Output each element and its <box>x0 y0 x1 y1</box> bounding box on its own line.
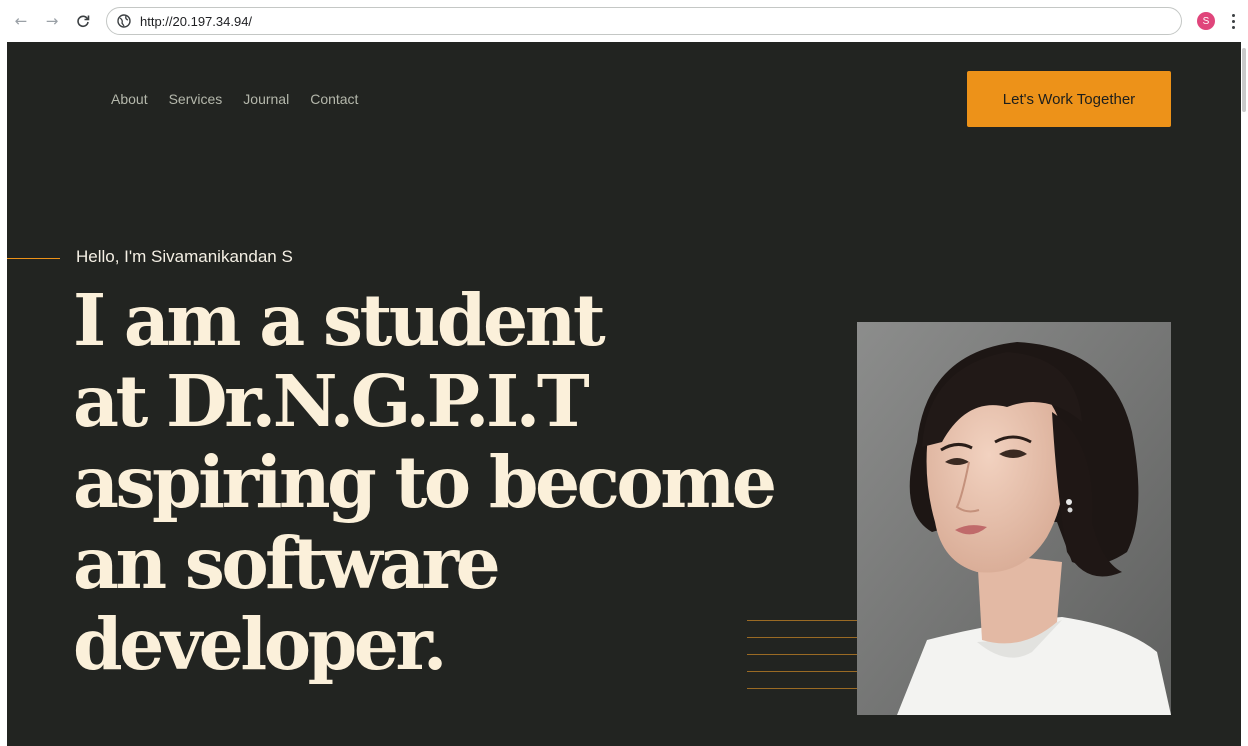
forward-arrow-icon[interactable]: → <box>42 11 62 31</box>
headline-line: I am a student <box>73 278 606 362</box>
back-arrow-icon[interactable]: ← <box>11 11 31 31</box>
nav-link-journal[interactable]: Journal <box>243 91 289 107</box>
nav-link-services[interactable]: Services <box>169 91 223 107</box>
site-info-icon[interactable] <box>117 14 131 28</box>
nav-link-about[interactable]: About <box>111 91 148 107</box>
url-text[interactable]: http://20.197.34.94/ <box>140 14 252 29</box>
portrait-photo <box>857 322 1171 715</box>
headline-line: at Dr.N.G.P.I.T <box>73 359 590 443</box>
headline-line: an software <box>73 521 501 605</box>
reload-icon[interactable] <box>73 11 93 31</box>
decorative-lines <box>747 620 857 692</box>
work-together-button[interactable]: Let's Work Together <box>967 71 1171 127</box>
more-menu-icon[interactable] <box>1226 10 1240 32</box>
browser-toolbar: ← → http://20.197.34.94/ S <box>0 0 1248 42</box>
nav-link-contact[interactable]: Contact <box>310 91 358 107</box>
scrollbar-track[interactable] <box>1241 42 1248 746</box>
headline-line: developer. <box>73 602 448 686</box>
accent-line <box>7 258 60 259</box>
profile-avatar[interactable]: S <box>1197 12 1215 30</box>
intro-text: Hello, I'm Sivamanikandan S <box>76 247 293 266</box>
scrollbar-thumb[interactable] <box>1242 48 1246 112</box>
headline-line: aspiring to become <box>73 440 777 524</box>
address-bar[interactable]: http://20.197.34.94/ <box>106 7 1182 35</box>
page-viewport: About Services Journal Contact Let's Wor… <box>7 42 1241 746</box>
hero-headline: I am a student at Dr.N.G.P.I.T aspiring … <box>73 280 833 685</box>
site-nav: About Services Journal Contact <box>111 91 358 107</box>
